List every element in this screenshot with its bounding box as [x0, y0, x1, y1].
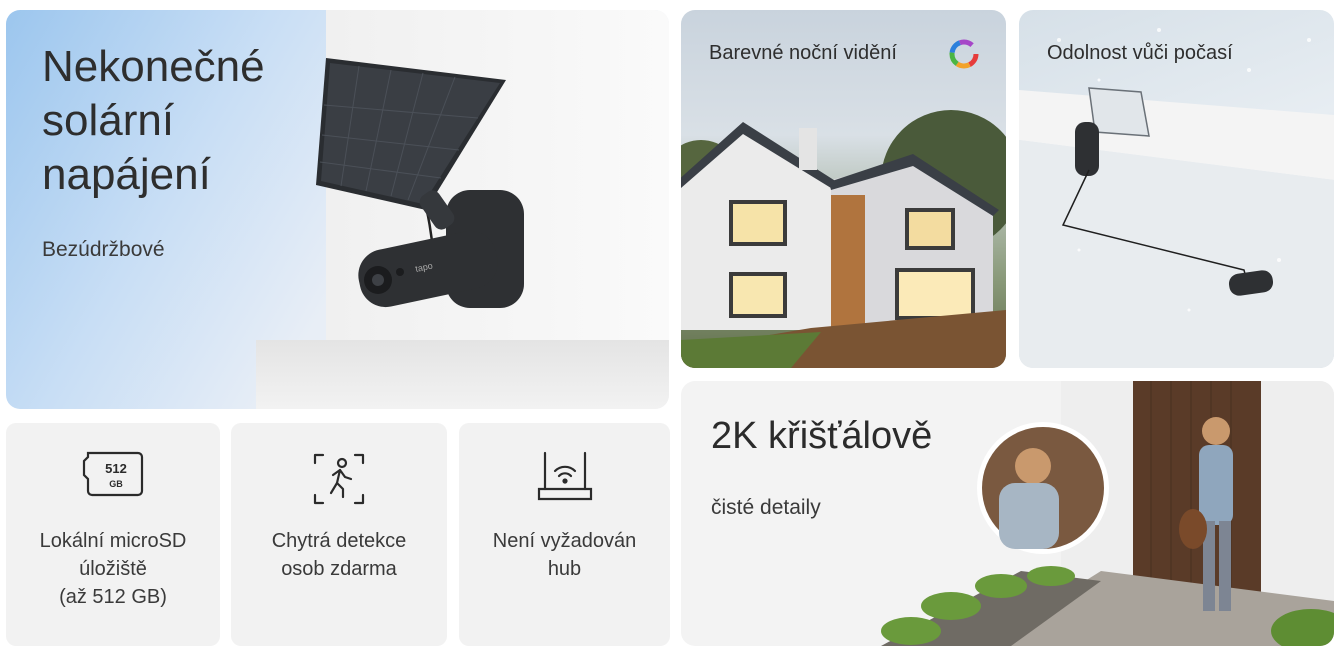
- microsd-feature-tile: 512 GB Lokální microSD úložiště (až 512 …: [6, 423, 220, 646]
- clarity-title: 2K křišťálově: [711, 415, 933, 457]
- solar-power-tile: tapo Nekonečné solární napájení Bezúdržb…: [6, 10, 669, 409]
- solar-camera-illustration: tapo: [316, 58, 524, 308]
- person-detection-feature-label: Chytrá detekce osob zdarma: [271, 530, 407, 580]
- router-icon: [537, 451, 592, 501]
- no-hub-feature-tile: Není vyžadován hub: [459, 423, 670, 646]
- wall-ledge: [256, 340, 669, 409]
- weather-resistance-tile: Odolnost vůči počasí: [1019, 10, 1334, 368]
- clarity-subtitle: čisté detaily: [711, 496, 821, 519]
- person-detection-icon: [313, 453, 365, 505]
- solar-title: Nekonečné solární napájení: [42, 42, 265, 199]
- camera-icon: [1075, 122, 1099, 176]
- color-wheel-icon: [949, 39, 979, 69]
- microsd-feature-label: Lokální microSD úložiště (až 512 GB): [39, 530, 187, 608]
- person-detection-feature-tile: Chytrá detekce osob zdarma: [231, 423, 447, 646]
- solar-panel-icon: [316, 58, 506, 210]
- color-night-vision-tile: Barevné noční vidění: [681, 10, 1006, 368]
- no-hub-feature-label: Není vyžadován hub: [492, 530, 637, 580]
- zoom-detail-circle: [977, 422, 1109, 554]
- weather-title: Odolnost vůči počasí: [1047, 42, 1233, 64]
- microsd-capacity-text: 512: [105, 461, 127, 476]
- night-vision-title: Barevné noční vidění: [709, 42, 897, 64]
- solar-subtitle: Bezúdržbové: [42, 238, 165, 261]
- microsd-card-icon: 512 GB: [82, 451, 144, 497]
- microsd-unit-text: GB: [109, 479, 123, 489]
- 2k-clarity-tile: 2K křišťálově čisté detaily: [681, 381, 1334, 646]
